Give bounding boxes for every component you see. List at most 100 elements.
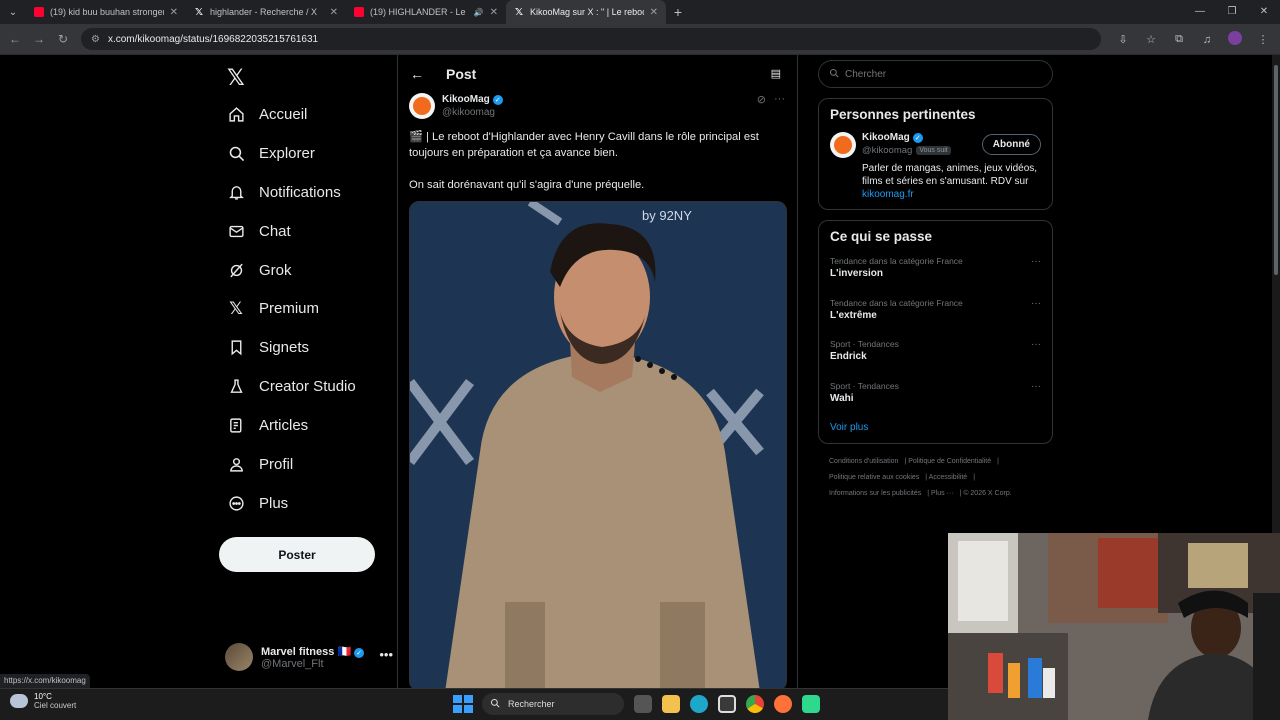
search-icon: [227, 144, 245, 162]
install-app-icon[interactable]: ⇩: [1114, 33, 1132, 46]
post-image[interactable]: by 92NY: [409, 201, 787, 688]
nav-item-explorer[interactable]: Explorer: [215, 134, 395, 173]
account-switcher[interactable]: Marvel fitness 🇫🇷 ✓ @Marvel_Flt •••: [225, 641, 393, 673]
more-horizontal-icon[interactable]: ···: [1031, 339, 1041, 350]
tab-search-button[interactable]: ⌄: [0, 0, 26, 24]
relevant-person[interactable]: KikooMag ✓ @kikoomag Vous suit Abonné: [830, 132, 1041, 158]
browser-tab-3[interactable]: (19) HIGHLANDER - Le Reb 🔊 ✕: [346, 0, 506, 24]
back-arrow-icon[interactable]: ←: [3, 32, 27, 46]
verified-badge-icon: ✓: [912, 132, 923, 143]
nav-item-plus[interactable]: Plus: [215, 484, 395, 523]
firefox-icon[interactable]: [774, 695, 792, 713]
tab-title: (19) HIGHLANDER - Le Reb: [370, 7, 468, 17]
avatar[interactable]: [409, 93, 435, 119]
main-column: ← Post ▤ KikooMag ✓ @kikoomag ⊘ ··· 🎬 | …: [397, 55, 798, 688]
author-name[interactable]: KikooMag ✓: [442, 94, 503, 105]
taskbar-search[interactable]: Rechercher: [482, 693, 624, 715]
footer-link[interactable]: Politique relative aux cookies: [829, 474, 919, 481]
close-icon[interactable]: ✕: [330, 7, 338, 18]
edge-icon[interactable]: [690, 695, 708, 713]
avatar[interactable]: [830, 132, 856, 158]
footer-link[interactable]: Accessibilité: [929, 474, 968, 481]
browser-tab-1[interactable]: (19) kid buu buuhan stronger - ✕: [26, 0, 186, 24]
weather-widget[interactable]: 10°C Ciel couvert: [10, 692, 76, 710]
nav-item-chat[interactable]: Chat: [215, 212, 395, 251]
more-horizontal-icon[interactable]: ···: [1031, 256, 1041, 267]
address-bar[interactable]: ⚙ x.com/kikoomag/status/1696822035215761…: [81, 28, 1101, 50]
nav-item-premium[interactable]: 𝕏 Premium: [215, 289, 395, 328]
chrome-icon[interactable]: [746, 695, 764, 713]
media-controls-icon[interactable]: ♫: [1198, 34, 1216, 46]
nav-label: Accueil: [259, 105, 308, 123]
reload-icon[interactable]: ↻: [51, 32, 75, 46]
more-horizontal-icon[interactable]: ···: [1031, 298, 1041, 309]
grok-icon: [227, 261, 245, 279]
webcam-overlay: [948, 533, 1280, 720]
trend-item[interactable]: Tendance dans la catégorie France L'inve…: [830, 256, 1041, 298]
footer-link[interactable]: Plus ···: [931, 490, 954, 497]
trend-item[interactable]: Sport · Tendances Wahi ···: [830, 381, 1041, 423]
post-text-paragraph: On sait dorénavant qu'il s'agira d'une p…: [409, 179, 645, 191]
trend-context: Tendance dans la catégorie France: [830, 297, 963, 308]
streaming-app-icon[interactable]: [802, 695, 820, 713]
nav-item-creator-studio[interactable]: Creator Studio: [215, 367, 395, 406]
browser-tab-4-active[interactable]: 𝕏 KikooMag sur X : " | Le reboo ✕: [506, 0, 666, 24]
nav-item-signets[interactable]: Signets: [215, 328, 395, 367]
nav-item-notifications[interactable]: Notifications: [215, 173, 395, 212]
footer-links: Conditions d'utilisation | Politique de C…: [829, 458, 1012, 497]
trends-card: Ce qui se passe Tendance dans la catégor…: [818, 220, 1053, 444]
extensions-icon[interactable]: ⧉: [1170, 33, 1188, 46]
person-name[interactable]: KikooMag ✓: [862, 132, 951, 143]
nav-label: Signets: [259, 339, 310, 357]
maximize-icon[interactable]: ❐: [1216, 0, 1248, 24]
bookmark-star-icon[interactable]: ☆: [1142, 33, 1160, 46]
forward-arrow-icon[interactable]: →: [27, 32, 51, 46]
site-info-icon[interactable]: ⚙: [91, 34, 100, 45]
bio-link[interactable]: kikoomag.fr: [862, 188, 1041, 201]
search-icon: [829, 68, 839, 81]
nav-item-accueil[interactable]: Accueil: [215, 95, 395, 134]
close-icon[interactable]: ✕: [650, 7, 658, 18]
temperature: 10°C: [34, 692, 52, 701]
close-window-icon[interactable]: ✕: [1248, 0, 1280, 24]
close-icon[interactable]: ✕: [170, 7, 178, 18]
nav-label: Articles: [259, 417, 309, 435]
minimize-icon[interactable]: —: [1184, 0, 1216, 24]
task-view-icon[interactable]: [634, 695, 652, 713]
post-button[interactable]: Poster: [219, 537, 375, 572]
more-horizontal-icon[interactable]: ···: [774, 93, 785, 106]
browser-tab-2[interactable]: 𝕏 highlander - Recherche / X ✕: [186, 0, 346, 24]
following-button[interactable]: Abonné: [981, 134, 1041, 155]
more-horizontal-icon[interactable]: •••: [379, 647, 393, 662]
scrollbar-thumb[interactable]: [1274, 65, 1278, 275]
article-icon: [227, 417, 245, 435]
reader-mode-icon[interactable]: ▤: [771, 67, 781, 80]
new-tab-button[interactable]: +: [666, 4, 690, 20]
file-explorer-icon[interactable]: [662, 695, 680, 713]
x-logo-icon[interactable]: 𝕏: [227, 65, 245, 91]
more-horizontal-icon[interactable]: ···: [1031, 381, 1041, 392]
footer-link[interactable]: Politique de Confidentialité: [908, 458, 991, 465]
browser-menu-icon[interactable]: ⋮: [1254, 33, 1272, 46]
footer-link[interactable]: Conditions d'utilisation: [829, 458, 898, 465]
author-handle[interactable]: @kikoomag: [442, 107, 503, 118]
profile-avatar[interactable]: [1226, 31, 1244, 48]
person-handle-text: @kikoomag: [862, 145, 913, 156]
trend-item[interactable]: Tendance dans la catégorie France L'extr…: [830, 298, 1041, 340]
search-placeholder: Chercher: [845, 68, 887, 80]
windows-start-icon[interactable]: [452, 694, 473, 714]
speaker-icon[interactable]: 🔊: [474, 8, 484, 17]
nav-label: Profil: [259, 455, 294, 473]
nav-item-articles[interactable]: Articles: [215, 406, 395, 445]
trend-item[interactable]: Sport · Tendances Endrick ···: [830, 339, 1041, 381]
store-icon[interactable]: [718, 695, 736, 713]
back-arrow-icon[interactable]: ←: [410, 66, 424, 82]
nav-item-profil[interactable]: Profil: [215, 445, 395, 484]
nav-item-grok[interactable]: Grok: [215, 251, 395, 290]
close-icon[interactable]: ✕: [490, 7, 498, 18]
see-more-link[interactable]: Voir plus: [830, 422, 1041, 433]
nav-list: Accueil Explorer Notifications Chat Grok…: [215, 95, 395, 523]
grok-icon[interactable]: ⊘: [757, 93, 766, 106]
search-input[interactable]: Chercher: [818, 60, 1053, 88]
footer-link[interactable]: Informations sur les publicités: [829, 490, 921, 497]
